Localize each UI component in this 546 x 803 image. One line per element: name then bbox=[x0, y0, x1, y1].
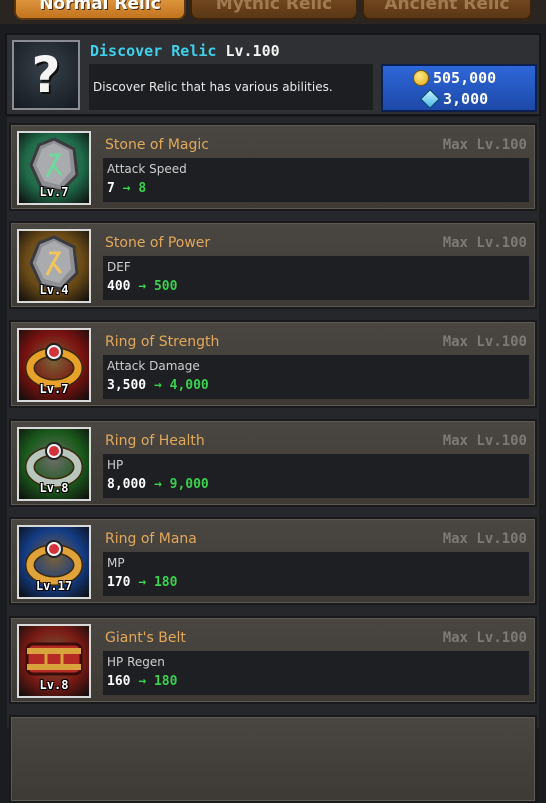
relic-max-level: Max Lv.100 bbox=[442, 235, 527, 251]
stat-label: MP bbox=[107, 556, 125, 570]
tab-normal-relic[interactable]: Normal Relic bbox=[14, 0, 186, 20]
relic-name: Ring of Mana bbox=[105, 531, 197, 547]
stat-label: Attack Damage bbox=[107, 359, 200, 373]
relic-max-level: Max Lv.100 bbox=[442, 630, 527, 646]
relic-card[interactable]: Lv.4 Stone of Power Max Lv.100 DEF 400 →… bbox=[9, 221, 537, 309]
stat-values: 8,000 → 9,000 bbox=[107, 477, 209, 492]
relic-max-level: Max Lv.100 bbox=[442, 433, 527, 449]
relic-name: Ring of Strength bbox=[105, 334, 220, 350]
relic-icon-frame: Lv.4 bbox=[17, 229, 91, 303]
gem-cost: 3,000 bbox=[420, 89, 489, 109]
stat-current: 160 bbox=[107, 674, 131, 689]
discover-level: Lv.100 bbox=[225, 42, 280, 60]
stat-values: 400 → 500 bbox=[107, 279, 177, 294]
stat-next: 8 bbox=[138, 181, 147, 196]
relic-name: Stone of Power bbox=[105, 235, 211, 251]
arrow-right-icon: → bbox=[138, 674, 147, 689]
gem-cost-value: 3,000 bbox=[443, 90, 489, 108]
relic-card[interactable]: Lv.17 Ring of Mana Max Lv.100 MP 170 → 1… bbox=[9, 517, 537, 605]
relic-stat-box: MP 170 → 180 bbox=[103, 552, 529, 596]
gold-cost: 505,000 bbox=[413, 69, 496, 87]
relic-card-partial[interactable] bbox=[9, 715, 537, 803]
relic-icon-frame: Lv.7 bbox=[17, 131, 91, 205]
stat-next: 9,000 bbox=[169, 477, 209, 492]
relic-level: Lv.4 bbox=[39, 283, 69, 297]
stat-values: 7 → 8 bbox=[107, 181, 146, 196]
gold-cost-value: 505,000 bbox=[433, 69, 497, 87]
relic-icon-frame: Lv.8 bbox=[17, 427, 91, 501]
stat-label: Attack Speed bbox=[107, 162, 187, 176]
stat-label: HP Regen bbox=[107, 655, 165, 669]
relic-stat-box: HP Regen 160 → 180 bbox=[103, 651, 529, 695]
arrow-right-icon: → bbox=[138, 279, 147, 294]
stat-label: HP bbox=[107, 458, 124, 472]
stat-next: 4,000 bbox=[169, 378, 209, 393]
relic-icon-frame: Lv.8 bbox=[17, 624, 91, 698]
relic-max-level: Max Lv.100 bbox=[442, 531, 527, 547]
relic-level: Lv.8 bbox=[39, 678, 69, 692]
stat-current: 170 bbox=[107, 575, 131, 590]
arrow-right-icon: → bbox=[153, 477, 162, 492]
relic-name: Ring of Health bbox=[105, 433, 205, 449]
relic-card[interactable]: Lv.8 Ring of Health Max Lv.100 HP 8,000 … bbox=[9, 419, 537, 507]
discover-name: Discover Relic bbox=[90, 42, 217, 60]
discover-relic-panel: ? Discover Relic Lv.100 Discover Relic t… bbox=[5, 33, 541, 116]
relic-stat-box: HP 8,000 → 9,000 bbox=[103, 454, 529, 498]
diamond-icon bbox=[420, 89, 440, 109]
relic-level: Lv.7 bbox=[39, 382, 69, 396]
arrow-right-icon: → bbox=[153, 378, 162, 393]
relic-level: Lv.17 bbox=[35, 579, 73, 593]
relic-icon-frame: Lv.17 bbox=[17, 525, 91, 599]
relic-name: Giant's Belt bbox=[105, 630, 186, 646]
relic-card[interactable]: Lv.8 Giant's Belt Max Lv.100 HP Regen 16… bbox=[9, 616, 537, 704]
relic-stat-box: Attack Damage 3,500 → 4,000 bbox=[103, 355, 529, 399]
relic-level: Lv.8 bbox=[39, 481, 69, 495]
mystery-relic-icon: ? bbox=[12, 40, 80, 110]
relic-card[interactable]: Lv.7 Ring of Strength Max Lv.100 Attack … bbox=[9, 320, 537, 408]
tab-ancient-relic[interactable]: Ancient Relic bbox=[362, 0, 532, 20]
tab-mythic-relic[interactable]: Mythic Relic bbox=[190, 0, 358, 20]
stat-current: 8,000 bbox=[107, 477, 147, 492]
arrow-right-icon: → bbox=[122, 181, 131, 196]
stat-next: 180 bbox=[153, 674, 178, 689]
stat-current: 400 bbox=[107, 279, 131, 294]
discover-description: Discover Relic that has various abilitie… bbox=[89, 64, 373, 110]
relic-stat-box: Attack Speed 7 → 8 bbox=[103, 158, 529, 202]
relic-stat-box: DEF 400 → 500 bbox=[103, 256, 529, 300]
stat-values: 160 → 180 bbox=[107, 674, 177, 689]
stat-next: 180 bbox=[153, 575, 178, 590]
stat-label: DEF bbox=[107, 260, 131, 274]
relic-name: Stone of Magic bbox=[105, 137, 209, 153]
relic-icon-frame: Lv.7 bbox=[17, 328, 91, 402]
relic-tab-bar: Normal Relic Mythic Relic Ancient Relic bbox=[0, 0, 546, 24]
relic-card[interactable]: Lv.7 Stone of Magic Max Lv.100 Attack Sp… bbox=[9, 123, 537, 211]
arrow-right-icon: → bbox=[138, 575, 147, 590]
relic-max-level: Max Lv.100 bbox=[442, 334, 527, 350]
gold-coin-icon bbox=[413, 70, 429, 86]
stat-current: 3,500 bbox=[107, 378, 147, 393]
discover-button[interactable]: 505,000 3,000 bbox=[381, 64, 537, 112]
discover-title: Discover Relic Lv.100 bbox=[90, 42, 280, 60]
stat-values: 3,500 → 4,000 bbox=[107, 378, 209, 393]
relic-list[interactable]: Lv.7 Stone of Magic Max Lv.100 Attack Sp… bbox=[7, 117, 539, 803]
stat-next: 500 bbox=[153, 279, 178, 294]
stat-values: 170 → 180 bbox=[107, 575, 177, 590]
relic-level: Lv.7 bbox=[39, 185, 69, 199]
stat-current: 7 bbox=[107, 181, 115, 196]
relic-max-level: Max Lv.100 bbox=[442, 137, 527, 153]
